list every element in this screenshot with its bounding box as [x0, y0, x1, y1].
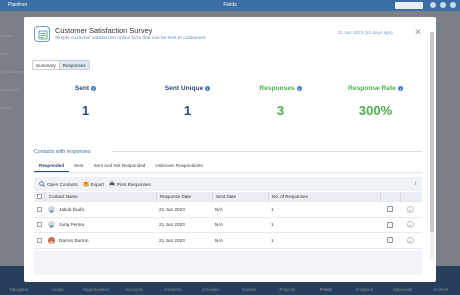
table-row[interactable]: Juraj Perina 21 Jun 2023 N/A 1 ⌄ — [34, 218, 422, 233]
responses-table: Contact Name Response Date Sent Date No.… — [34, 191, 422, 249]
global-search-input[interactable] — [395, 2, 423, 9]
stat-response-rate: Response Rate i 300% — [324, 85, 427, 118]
sent-date: N/A — [215, 222, 223, 228]
table-header-row: Contact Name Response Date Sent Date No.… — [34, 191, 422, 202]
avatar — [48, 236, 55, 244]
avatar — [48, 221, 55, 229]
stat-responses: Responses i 3 — [229, 85, 332, 118]
open-contacts-button[interactable]: Open Contacts — [39, 181, 78, 187]
subtab-sent[interactable]: Sent — [69, 160, 88, 172]
apps-icon[interactable] — [440, 2, 446, 8]
column-header-menu — [400, 191, 420, 202]
user-avatar[interactable] — [450, 2, 456, 8]
section-title: Contacts with responses — [34, 149, 91, 155]
calendar-icon[interactable] — [387, 221, 393, 228]
close-icon[interactable]: ✕ — [413, 27, 423, 37]
chevron-down-icon[interactable]: ⌄ — [406, 205, 414, 213]
calendar-icon[interactable] — [387, 206, 393, 213]
column-header[interactable]: Contact Name — [44, 191, 156, 202]
calendar-icon[interactable] — [387, 237, 393, 244]
app-topbar: Pipeliner Fields — [0, 0, 460, 11]
info-icon[interactable]: i — [397, 86, 403, 91]
column-header[interactable]: Response Date — [156, 191, 212, 202]
scrollbar-thumb[interactable] — [430, 32, 434, 232]
response-date: 21 Jun 2023 — [159, 237, 185, 243]
info-icon[interactable]: i — [296, 86, 302, 91]
notifications-icon[interactable] — [430, 2, 436, 8]
app-title: Fields — [223, 2, 237, 8]
subtab-unknown-respondents[interactable]: Unknown Respondents — [150, 160, 208, 172]
stat-label: Response Rate — [348, 85, 396, 92]
info-icon[interactable]: i — [205, 86, 211, 91]
sent-date: N/A — [215, 206, 223, 212]
responses-subtabs: Responded Sent Sent And Not Responded Un… — [34, 160, 422, 173]
table-toolbar: Open Contacts Export Print Responses i — [34, 177, 422, 191]
response-date: 21 Jun 2023 — [159, 206, 185, 212]
sent-date: N/A — [215, 237, 223, 243]
chevron-down-icon[interactable]: ⌄ — [406, 236, 414, 244]
section-divider — [112, 151, 422, 152]
stat-label: Sent Unique — [164, 85, 204, 92]
stat-value: 1 — [81, 103, 90, 118]
stat-sent-unique: Sent Unique i 1 — [136, 85, 239, 118]
contact-name[interactable]: Darren Burton — [59, 238, 88, 243]
row-checkbox[interactable] — [36, 206, 42, 212]
print-responses-label: Print Responses — [116, 181, 151, 187]
table-row[interactable]: Darren Burton 21 Jun 2023 N/A 1 ⌄ — [34, 233, 422, 249]
stat-value: 300% — [358, 103, 393, 118]
search-icon — [39, 181, 45, 187]
stat-label: Sent — [74, 85, 90, 92]
export-label: Export — [90, 181, 104, 187]
table-row[interactable]: Jakub Ďuďo 21 Jun 2023 N/A 1 ⌄ — [34, 202, 422, 218]
row-checkbox[interactable] — [36, 237, 42, 243]
modal-header: Customer Satisfaction Survey Simple cust… — [24, 17, 436, 54]
export-button[interactable]: Export — [83, 181, 104, 187]
modal-subtitle: Simple customer satisfaction online form… — [55, 36, 207, 41]
survey-modal: Customer Satisfaction Survey Simple cust… — [24, 17, 436, 282]
tab-summary[interactable]: Summary — [33, 61, 59, 69]
response-count: 1 — [271, 222, 274, 228]
column-header[interactable]: Sent Date — [212, 191, 268, 202]
stat-value: 3 — [276, 103, 285, 118]
export-icon — [83, 181, 89, 187]
modal-scrollbar[interactable] — [430, 32, 434, 260]
contact-name[interactable]: Jakub Ďuďo — [59, 207, 84, 212]
print-responses-button[interactable]: Print Responses — [109, 181, 151, 187]
info-icon[interactable]: i — [91, 86, 97, 91]
subtab-sent-not-responded[interactable]: Sent And Not Responded — [88, 160, 150, 172]
table-footer — [34, 251, 422, 275]
stat-value: 1 — [183, 103, 192, 118]
subtab-responded[interactable]: Responded — [34, 160, 70, 172]
response-count: 1 — [271, 237, 274, 243]
open-contacts-label: Open Contacts — [47, 181, 78, 187]
row-checkbox[interactable] — [36, 222, 42, 228]
column-header[interactable]: No. of Responses — [268, 191, 380, 202]
view-toggle: Summary Responses — [32, 60, 90, 70]
info-icon[interactable]: i — [415, 181, 416, 187]
contact-name[interactable]: Juraj Perina — [59, 222, 84, 227]
stat-label: Responses — [259, 85, 295, 92]
survey-form-icon — [34, 26, 50, 42]
column-header-actions — [380, 191, 400, 202]
modal-title: Customer Satisfaction Survey — [55, 26, 153, 35]
chevron-down-icon[interactable]: ⌄ — [406, 221, 414, 229]
response-date: 21 Jun 2023 — [159, 222, 185, 228]
stat-sent: Sent i 1 — [34, 85, 137, 118]
select-all-checkbox[interactable] — [36, 194, 42, 199]
response-count: 1 — [271, 206, 274, 212]
tab-responses[interactable]: Responses — [58, 61, 89, 69]
avatar — [48, 205, 55, 213]
print-icon — [109, 181, 115, 187]
survey-date: 21 Jun 2023 (24 days ago) — [338, 30, 393, 35]
